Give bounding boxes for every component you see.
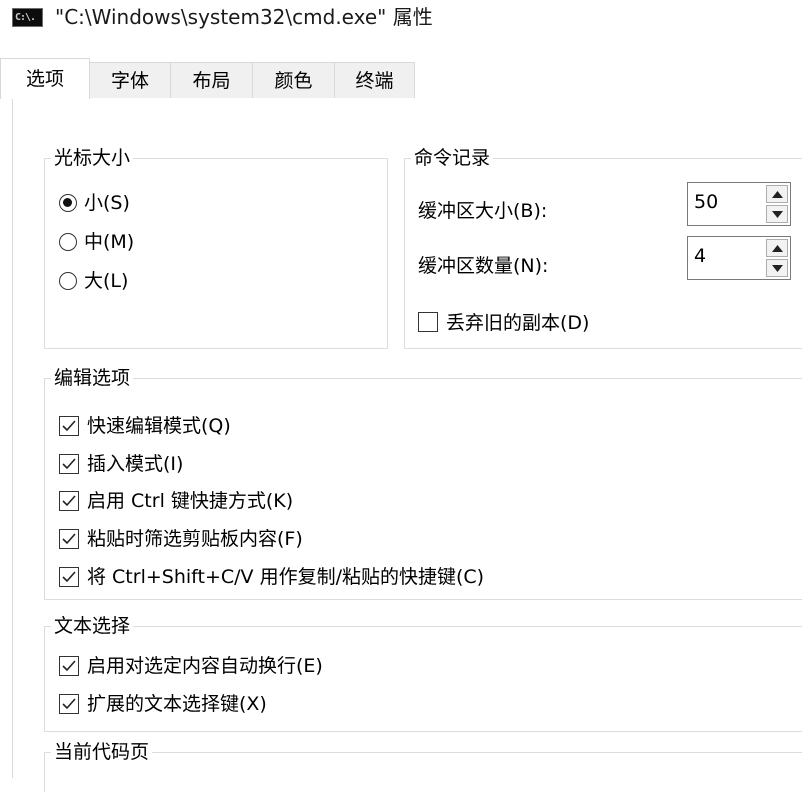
buffer-count-stepper[interactable]: 4 (687, 236, 791, 280)
checkmark-icon (62, 420, 76, 432)
insert-mode-checkbox[interactable] (59, 454, 79, 474)
filter-paste-checkbox[interactable] (59, 529, 79, 549)
tab-font[interactable]: 字体 (89, 62, 171, 98)
buffer-count-spin-buttons (766, 239, 788, 277)
tab-strip: 选项 字体 布局 颜色 终端 (0, 58, 802, 99)
buffer-size-stepper[interactable]: 50 (687, 182, 791, 226)
extended-selection-keys-checkbox[interactable] (59, 694, 79, 714)
checkmark-icon (62, 698, 76, 710)
window-title: "C:\Windows\system32\cmd.exe" 属性 (55, 5, 433, 29)
buffer-count-up-button[interactable] (766, 239, 788, 257)
tab-layout[interactable]: 布局 (170, 62, 253, 98)
checkmark-icon (62, 571, 76, 583)
quick-edit-label[interactable]: 快速编辑模式(Q) (87, 413, 231, 439)
buffer-size-value[interactable]: 50 (694, 189, 718, 215)
buffer-size-up-button[interactable] (766, 185, 788, 203)
tab-terminal[interactable]: 终端 (334, 62, 415, 98)
window-titlebar: C:\. "C:\Windows\system32\cmd.exe" 属性 (0, 0, 802, 44)
discard-old-label[interactable]: 丢弃旧的副本(D) (446, 310, 589, 336)
cursor-small-radio[interactable] (59, 194, 77, 212)
arrow-down-icon (772, 265, 783, 272)
cursor-large-label[interactable]: 大(L) (84, 268, 128, 294)
cmd-console-icon: C:\. (12, 8, 43, 27)
ctrl-shortcuts-label[interactable]: 启用 Ctrl 键快捷方式(K) (87, 488, 293, 514)
extended-selection-keys-label[interactable]: 扩展的文本选择键(X) (87, 691, 267, 717)
checkmark-icon (62, 495, 76, 507)
tab-colors[interactable]: 颜色 (252, 62, 335, 98)
checkmark-icon (62, 660, 76, 672)
buffer-count-value[interactable]: 4 (694, 243, 706, 269)
insert-mode-label[interactable]: 插入模式(I) (87, 451, 183, 477)
code-page-legend: 当前代码页 (51, 739, 153, 765)
cursor-size-legend: 光标大小 (51, 145, 134, 171)
edit-options-legend: 编辑选项 (51, 365, 134, 391)
cursor-medium-label[interactable]: 中(M) (84, 229, 134, 255)
checkmark-icon (62, 533, 76, 545)
code-page-group: 当前代码页 (44, 739, 802, 792)
wrap-selection-checkbox[interactable] (59, 656, 79, 676)
discard-old-checkbox[interactable] (418, 312, 438, 332)
filter-paste-label[interactable]: 粘贴时筛选剪贴板内容(F) (87, 526, 303, 552)
wrap-selection-label[interactable]: 启用对选定内容自动换行(E) (87, 653, 323, 679)
cursor-medium-radio[interactable] (59, 233, 77, 251)
buffer-size-label: 缓冲区大小(B): (418, 200, 548, 222)
tab-options[interactable]: 选项 (0, 58, 90, 99)
buffer-count-down-button[interactable] (766, 259, 788, 277)
cursor-small-label[interactable]: 小(S) (84, 190, 130, 216)
checkmark-icon (62, 458, 76, 470)
command-history-legend: 命令记录 (411, 145, 494, 171)
quick-edit-checkbox[interactable] (59, 416, 79, 436)
text-selection-legend: 文本选择 (51, 613, 134, 639)
arrow-down-icon (772, 211, 783, 218)
ctrl-shortcuts-checkbox[interactable] (59, 491, 79, 511)
cursor-large-radio[interactable] (59, 272, 77, 290)
copy-paste-shortcut-checkbox[interactable] (59, 567, 79, 587)
copy-paste-shortcut-label[interactable]: 将 Ctrl+Shift+C/V 用作复制/粘贴的快捷键(C) (87, 564, 484, 590)
buffer-count-label: 缓冲区数量(N): (418, 255, 549, 277)
arrow-up-icon (772, 191, 783, 198)
buffer-size-spin-buttons (766, 185, 788, 223)
buffer-size-down-button[interactable] (766, 205, 788, 223)
arrow-up-icon (772, 245, 783, 252)
